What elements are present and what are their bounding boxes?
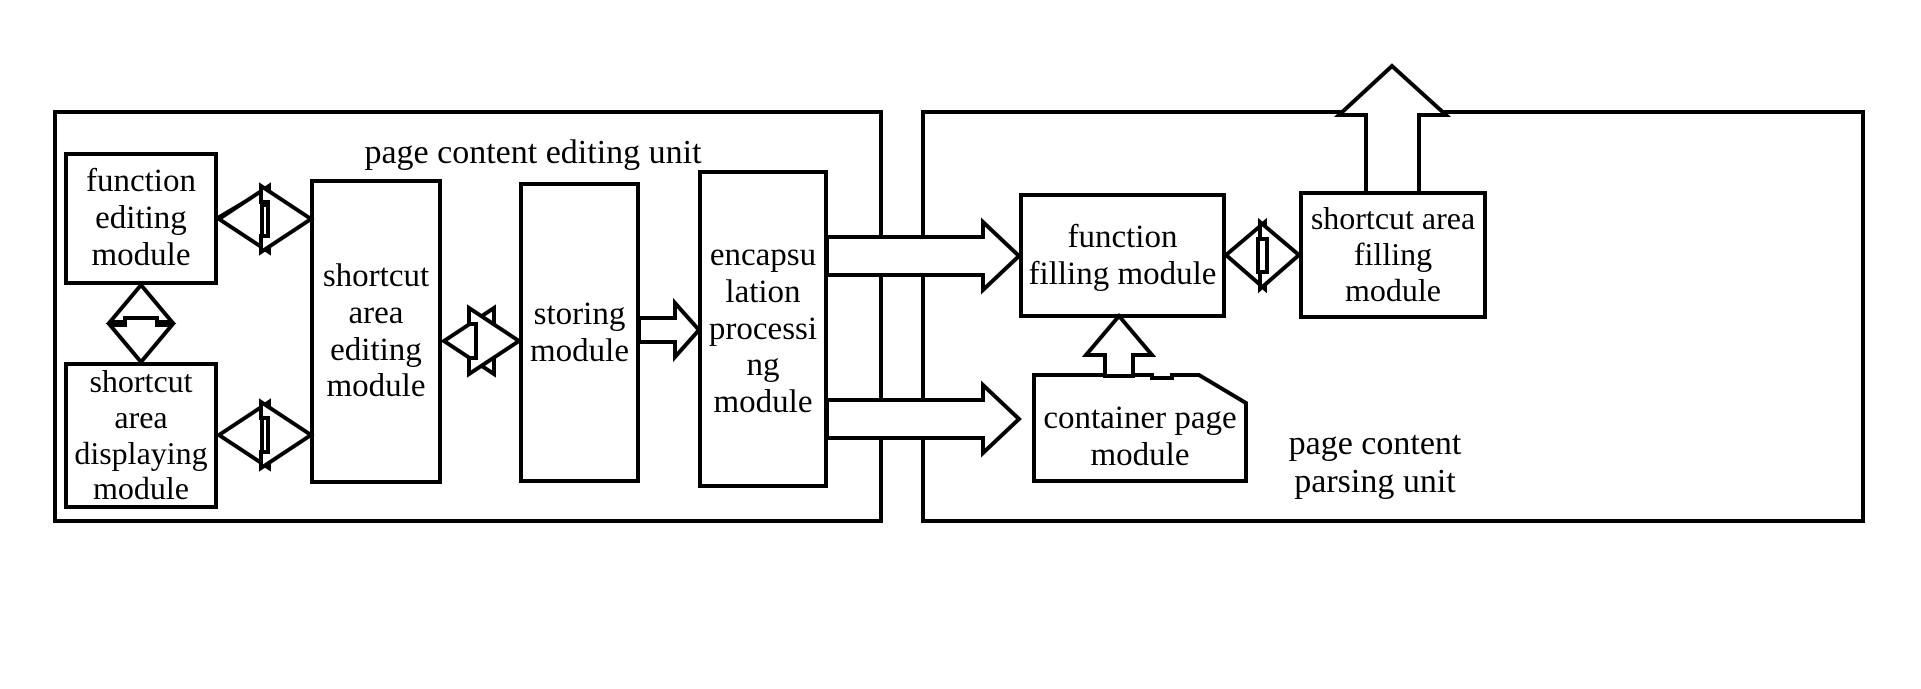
shortcut-area-editing-module-box: [310, 179, 442, 484]
function-filling-module-box: [1019, 193, 1226, 318]
diagram-canvas: function editing module shortcut area di…: [0, 0, 1921, 689]
arrow-shortcut-area-filling-output: [1333, 63, 1452, 195]
page-content-parsing-unit-title: page content parsing unit: [1215, 425, 1535, 501]
storing-module-box: [519, 182, 640, 483]
double-head-arrow-ff-saf-right: [1258, 217, 1303, 294]
label-line: parsing unit: [1294, 463, 1456, 501]
page-content-editing-unit-title: page content editing unit: [303, 134, 763, 172]
double-head-arrow-fe-sad-down: [105, 316, 177, 366]
label-line: page content: [1288, 425, 1462, 462]
diagram-svg: [53, 63, 1865, 523]
arrow-storing-to-encapsulation: [637, 297, 702, 363]
function-editing-module-box: [64, 152, 218, 285]
shortcut-area-filling-module-box: [1299, 191, 1487, 319]
double-head-arrow-sad-sae-right: [259, 398, 315, 472]
encapsulation-processing-module-box: [698, 170, 828, 488]
arrow-container-page-to-function-filling: [1081, 312, 1157, 378]
shortcut-area-displaying-module-box: [64, 362, 218, 509]
double-head-arrow-fe-sae-right: [259, 182, 315, 256]
label-line: page content editing unit: [364, 134, 702, 171]
